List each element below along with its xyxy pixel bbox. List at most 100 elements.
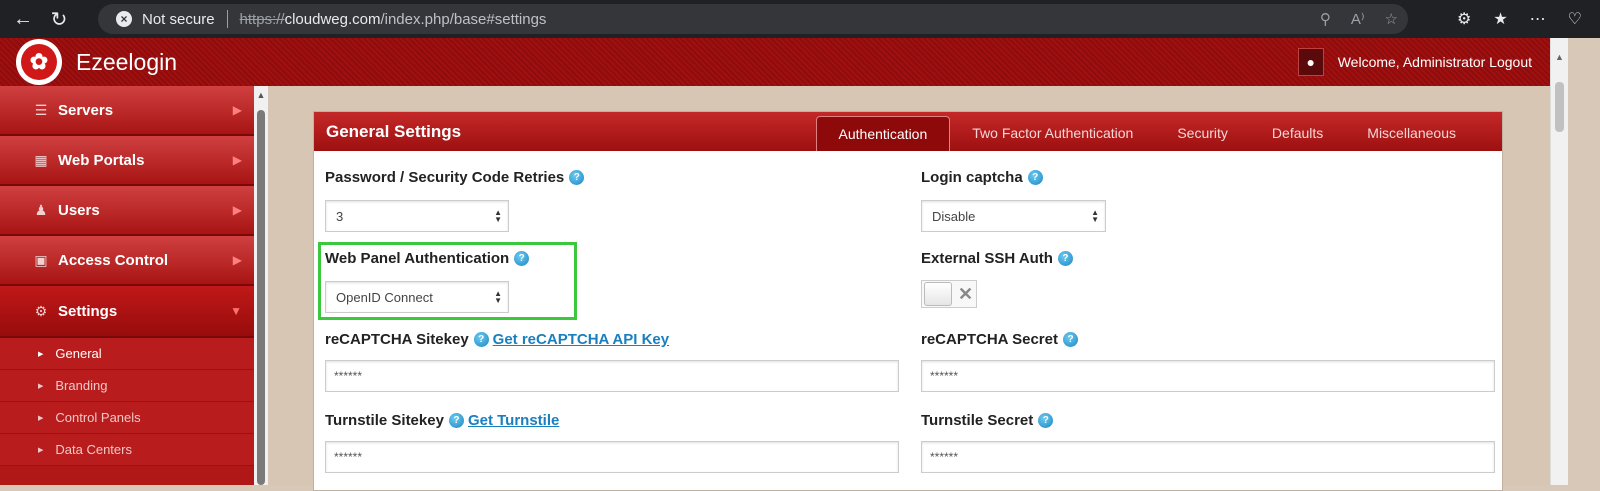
favorite-star-icon[interactable]: ☆ bbox=[1385, 10, 1398, 28]
submenu-label: Control Panels bbox=[55, 410, 141, 425]
help-icon[interactable]: ? bbox=[1057, 251, 1073, 266]
submenu-item-general[interactable]: ▶ General bbox=[0, 338, 254, 370]
tab-defaults[interactable]: Defaults bbox=[1250, 116, 1345, 151]
login-captcha-label-text: Login captcha bbox=[921, 169, 1023, 186]
sidebar-item-servers[interactable]: ☰ Servers ▶ bbox=[0, 86, 254, 136]
tab-miscellaneous[interactable]: Miscellaneous bbox=[1345, 116, 1478, 151]
turnstile-sitekey-input[interactable]: ****** bbox=[325, 441, 899, 473]
help-icon[interactable]: ? bbox=[1027, 170, 1043, 185]
security-label[interactable]: Not secure bbox=[142, 11, 215, 28]
submenu-item-control-panels[interactable]: ▶ Control Panels bbox=[0, 402, 254, 434]
external-ssh-auth-toggle[interactable]: ✕ bbox=[921, 280, 977, 308]
sidebar-item-label: Web Portals bbox=[58, 151, 145, 169]
browser-toolbar: ← ↻ × Not secure https://cloudweg.com/in… bbox=[0, 0, 1600, 38]
recaptcha-sitekey-label: reCAPTCHA Sitekey? Get reCAPTCHA API Key bbox=[325, 331, 669, 348]
turnstile-secret-input[interactable]: ****** bbox=[921, 441, 1495, 473]
sidebar-item-web-portals[interactable]: ▦ Web Portals ▶ bbox=[0, 136, 254, 186]
url-divider bbox=[226, 10, 228, 28]
web-auth-select[interactable]: OpenID Connect ▲ ▼ bbox=[325, 281, 509, 313]
tab-security[interactable]: Security bbox=[1155, 116, 1250, 151]
sidebar-item-access-control[interactable]: ▣ Access Control ▶ bbox=[0, 236, 254, 286]
submenu-item-data-centers[interactable]: ▶ Data Centers bbox=[0, 434, 254, 466]
recaptcha-secret-label-text: reCAPTCHA Secret bbox=[921, 331, 1058, 348]
retries-select[interactable]: 3 ▲ ▼ bbox=[325, 200, 509, 232]
chevron-right-icon: ▶ bbox=[232, 153, 242, 167]
sidebar-scroll-thumb[interactable] bbox=[257, 110, 265, 485]
main-content: General Settings Authentication Two Fact… bbox=[268, 86, 1550, 491]
url-protocol: https:// bbox=[239, 10, 285, 28]
gears-icon: ⚙ bbox=[34, 302, 48, 319]
tab-two-factor-authentication[interactable]: Two Factor Authentication bbox=[950, 116, 1155, 151]
login-captcha-select[interactable]: Disable ▲ ▼ bbox=[921, 200, 1106, 232]
bullet-icon: ▶ bbox=[38, 414, 44, 422]
chevron-right-icon: ▶ bbox=[232, 203, 242, 217]
help-icon[interactable]: ? bbox=[1038, 413, 1054, 428]
extensions-icon[interactable]: ⚙ bbox=[1457, 9, 1471, 29]
bullet-icon: ▶ bbox=[38, 382, 44, 390]
web-auth-label-text: Web Panel Authentication bbox=[325, 250, 510, 267]
select-caret-icon: ▲ ▼ bbox=[494, 208, 502, 224]
turnstile-sitekey-label: Turnstile Sitekey? Get Turnstile bbox=[325, 412, 559, 429]
select-caret-icon: ▲ ▼ bbox=[494, 289, 502, 305]
sidebar-scrollbar[interactable]: ▲ bbox=[254, 86, 268, 485]
dashboard-icon: ▦ bbox=[34, 151, 48, 168]
recaptcha-sitekey-input[interactable]: ****** bbox=[325, 360, 899, 392]
recaptcha-secret-label: reCAPTCHA Secret? bbox=[921, 331, 1078, 348]
scroll-up-icon[interactable]: ▲ bbox=[254, 90, 268, 100]
submenu-label: Data Centers bbox=[55, 442, 132, 457]
chevron-right-icon: ▶ bbox=[232, 103, 242, 117]
retries-label: Password / Security Code Retries? bbox=[325, 169, 585, 186]
web-auth-value: OpenID Connect bbox=[336, 289, 433, 305]
list-icon: ☰ bbox=[34, 101, 48, 118]
back-arrow-icon[interactable]: ← bbox=[6, 2, 40, 36]
logo-mark-icon: ✿ bbox=[21, 44, 57, 80]
bullet-icon: ▶ bbox=[38, 446, 44, 454]
help-icon[interactable]: ? bbox=[514, 251, 530, 266]
get-recaptcha-link[interactable]: Get reCAPTCHA API Key bbox=[493, 331, 669, 348]
url-text[interactable]: https://cloudweg.com/index.php/base#sett… bbox=[240, 11, 547, 28]
submenu-label: General bbox=[55, 346, 102, 361]
turnstile-secret-label-text: Turnstile Secret bbox=[921, 412, 1034, 429]
settings-submenu: ▶ General ▶ Branding ▶ Control Panels ▶ Data… bbox=[0, 338, 254, 466]
retries-label-text: Password / Security Code Retries bbox=[325, 169, 565, 186]
turnstile-sitekey-label-text: Turnstile Sitekey bbox=[325, 412, 444, 429]
reload-icon[interactable]: ↻ bbox=[42, 2, 76, 36]
scroll-up-icon[interactable]: ▲ bbox=[1551, 52, 1568, 62]
not-secure-icon[interactable]: × bbox=[116, 11, 132, 27]
user-avatar-icon[interactable]: ● bbox=[1297, 48, 1324, 76]
submenu-label: Branding bbox=[55, 378, 108, 393]
sidebar-item-label: Servers bbox=[58, 101, 114, 119]
help-icon[interactable]: ? bbox=[1063, 332, 1078, 347]
url-path: /index.php/base#settings bbox=[380, 10, 547, 28]
feedback-icon[interactable]: ♡ bbox=[1568, 9, 1582, 29]
more-menu-icon[interactable]: ⋯ bbox=[1530, 9, 1546, 29]
app-title[interactable]: Ezeelogin bbox=[76, 49, 177, 76]
get-turnstile-link[interactable]: Get Turnstile bbox=[468, 412, 559, 429]
panel-title: General Settings bbox=[326, 121, 462, 141]
collections-icon[interactable]: ★ bbox=[1493, 9, 1507, 29]
outer-background bbox=[1568, 38, 1600, 485]
web-auth-label: Web Panel Authentication? bbox=[325, 250, 530, 267]
help-icon[interactable]: ? bbox=[448, 413, 464, 428]
sidebar-item-settings[interactable]: ⚙ Settings ▼ bbox=[0, 286, 254, 338]
help-icon[interactable]: ? bbox=[473, 332, 489, 347]
login-captcha-label: Login captcha? bbox=[921, 169, 1043, 186]
select-caret-icon: ▲ ▼ bbox=[1091, 208, 1099, 224]
login-captcha-value: Disable bbox=[932, 208, 976, 224]
ezeelogin-logo[interactable]: ✿ bbox=[16, 39, 62, 85]
close-icon: ✕ bbox=[958, 283, 974, 304]
zoom-icon[interactable]: ⚲ bbox=[1320, 10, 1331, 28]
recaptcha-secret-input[interactable]: ****** bbox=[921, 360, 1495, 392]
read-aloud-icon[interactable]: A⁾ bbox=[1351, 10, 1365, 28]
submenu-item-branding[interactable]: ▶ Branding bbox=[0, 370, 254, 402]
sidebar-item-users[interactable]: ♟ Users ▶ bbox=[0, 186, 254, 236]
address-bar[interactable]: × Not secure https://cloudweg.com/index.… bbox=[98, 4, 1408, 34]
tab-authentication[interactable]: Authentication bbox=[815, 116, 951, 151]
url-domain: cloudweg.com bbox=[284, 10, 381, 28]
recaptcha-sitekey-label-text: reCAPTCHA Sitekey bbox=[325, 331, 469, 348]
page-scroll-thumb[interactable] bbox=[1555, 82, 1564, 132]
page-scrollbar[interactable]: ▲ bbox=[1550, 38, 1568, 485]
welcome-logout-link[interactable]: Welcome, Administrator Logout bbox=[1338, 54, 1532, 70]
external-ssh-auth-label: External SSH Auth? bbox=[921, 250, 1073, 267]
help-icon[interactable]: ? bbox=[569, 170, 585, 185]
